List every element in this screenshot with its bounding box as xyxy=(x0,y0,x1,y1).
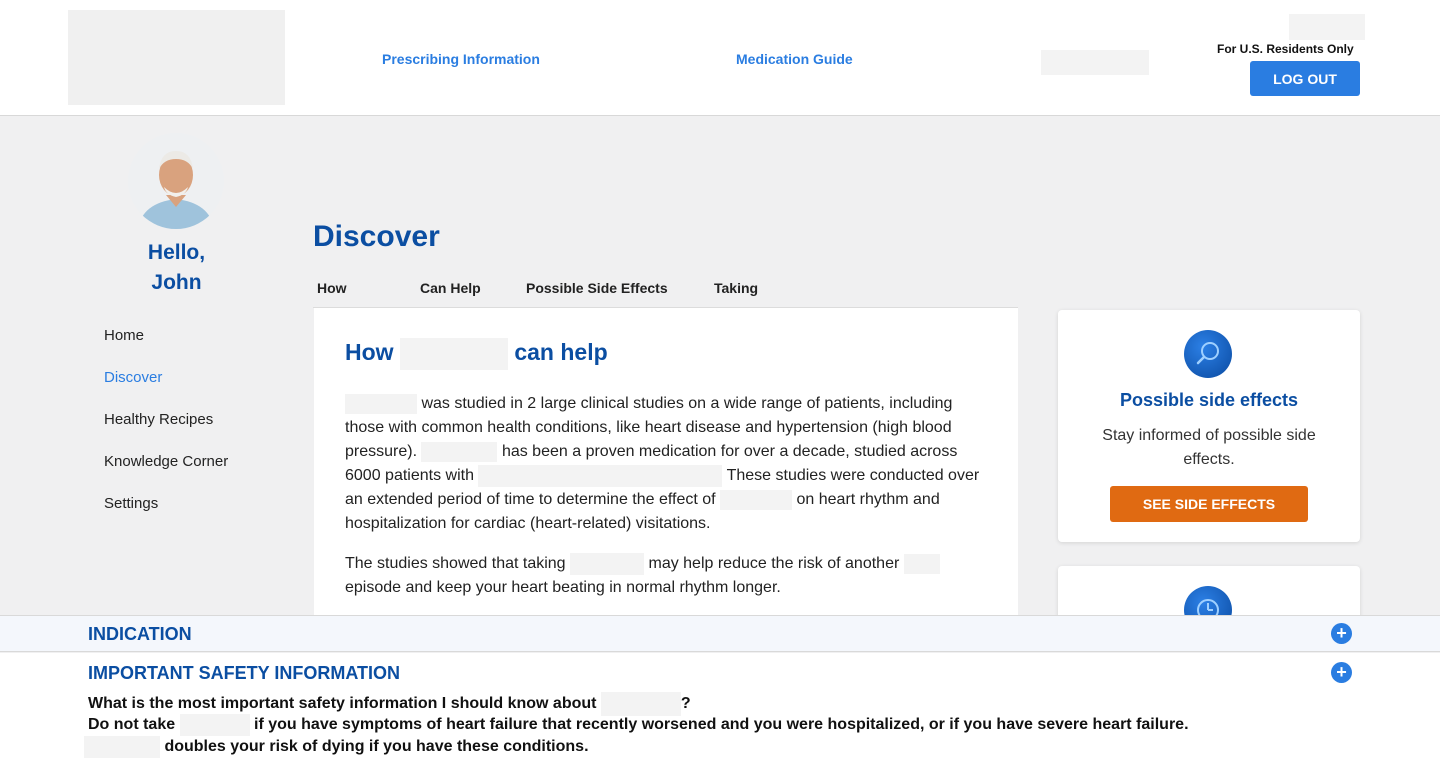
redacted-drug-name xyxy=(720,489,793,510)
indication-title: INDICATION xyxy=(88,624,192,644)
magnifier-icon xyxy=(1184,330,1232,378)
safety-question: What is the most important safety inform… xyxy=(88,692,691,716)
safety-warning-text-b: if you have symptoms of heart failure th… xyxy=(254,716,1189,734)
redacted-condition xyxy=(478,464,723,487)
expand-safety-icon[interactable]: + xyxy=(1331,662,1352,683)
logout-button[interactable]: LOG OUT xyxy=(1250,61,1360,96)
safety-information-section: IMPORTANT SAFETY INFORMATION + What is t… xyxy=(0,653,1440,768)
sidebar-item-settings[interactable]: Settings xyxy=(104,495,158,512)
safety-title: IMPORTANT SAFETY INFORMATION xyxy=(88,663,400,683)
redacted-drug-name xyxy=(421,441,498,462)
redacted-drug-name xyxy=(345,393,417,414)
indication-bar[interactable]: INDICATION + xyxy=(0,615,1440,652)
sidebar-item-knowledge-corner[interactable]: Knowledge Corner xyxy=(104,453,228,470)
safety-warning-line: Do not take if you have symptoms of hear… xyxy=(88,714,1189,736)
redacted-drug-name xyxy=(84,736,160,758)
paragraph-2-text-c: episode and keep your heart beating in n… xyxy=(345,579,781,596)
card-body: was studied in 2 large clinical studies … xyxy=(345,392,995,616)
card-heading-pre: How xyxy=(345,339,394,366)
safety-warning-text-a: Do not take xyxy=(88,716,176,734)
paragraph-1: was studied in 2 large clinical studies … xyxy=(345,392,995,536)
page-title: Discover xyxy=(313,220,440,253)
header-redacted-item-top xyxy=(1289,14,1365,40)
side-card-description: Stay informed of possible side effects. xyxy=(1102,427,1316,468)
redacted-drug-name xyxy=(179,714,250,736)
card-heading-post: can help xyxy=(514,339,608,366)
redacted-drug-name xyxy=(399,338,508,370)
tab-possible-side-effects[interactable]: Possible Side Effects xyxy=(526,280,668,296)
content-card: How can help was studied in 2 large clin… xyxy=(314,308,1018,618)
paragraph-2: The studies showed that taking may help … xyxy=(345,552,995,600)
residents-notice: For U.S. Residents Only xyxy=(1217,42,1354,56)
redacted-drug-name xyxy=(600,692,681,716)
avatar xyxy=(128,133,224,229)
safety-risk-line: doubles your risk of dying if you have t… xyxy=(84,736,589,758)
tab-how[interactable]: How xyxy=(317,280,347,296)
greeting: Hello, John xyxy=(100,238,253,298)
side-effects-card: Possible side effects Stay informed of p… xyxy=(1058,310,1360,542)
sidebar-item-home[interactable]: Home xyxy=(104,327,144,344)
sidebar-item-discover[interactable]: Discover xyxy=(104,369,162,386)
redacted-condition xyxy=(903,553,940,574)
card-heading: How can help xyxy=(345,338,608,370)
header-redacted-item[interactable] xyxy=(1041,50,1149,75)
paragraph-2-text-a: The studies showed that taking xyxy=(345,555,566,572)
sidebar-item-healthy-recipes[interactable]: Healthy Recipes xyxy=(104,411,213,428)
safety-question-text: What is the most important safety inform… xyxy=(88,695,597,713)
safety-risk-text: doubles your risk of dying if you have t… xyxy=(164,738,589,756)
prescribing-information-link[interactable]: Prescribing Information xyxy=(382,51,540,67)
side-card-title: Possible side effects xyxy=(1119,390,1299,410)
medication-guide-link[interactable]: Medication Guide xyxy=(736,51,853,67)
redacted-drug-name xyxy=(570,552,645,575)
expand-indication-icon[interactable]: + xyxy=(1331,623,1352,644)
see-side-effects-button[interactable]: SEE SIDE EFFECTS xyxy=(1110,486,1308,522)
tab-can-help[interactable]: Can Help xyxy=(420,280,481,296)
paragraph-2-text-b: may help reduce the risk of another xyxy=(648,555,900,572)
greeting-text: Hello, xyxy=(147,241,206,264)
tab-taking[interactable]: Taking xyxy=(714,280,758,296)
brand-logo[interactable] xyxy=(68,10,285,105)
site-header: Prescribing Information Medication Guide… xyxy=(0,0,1440,116)
user-name: John xyxy=(151,271,202,294)
